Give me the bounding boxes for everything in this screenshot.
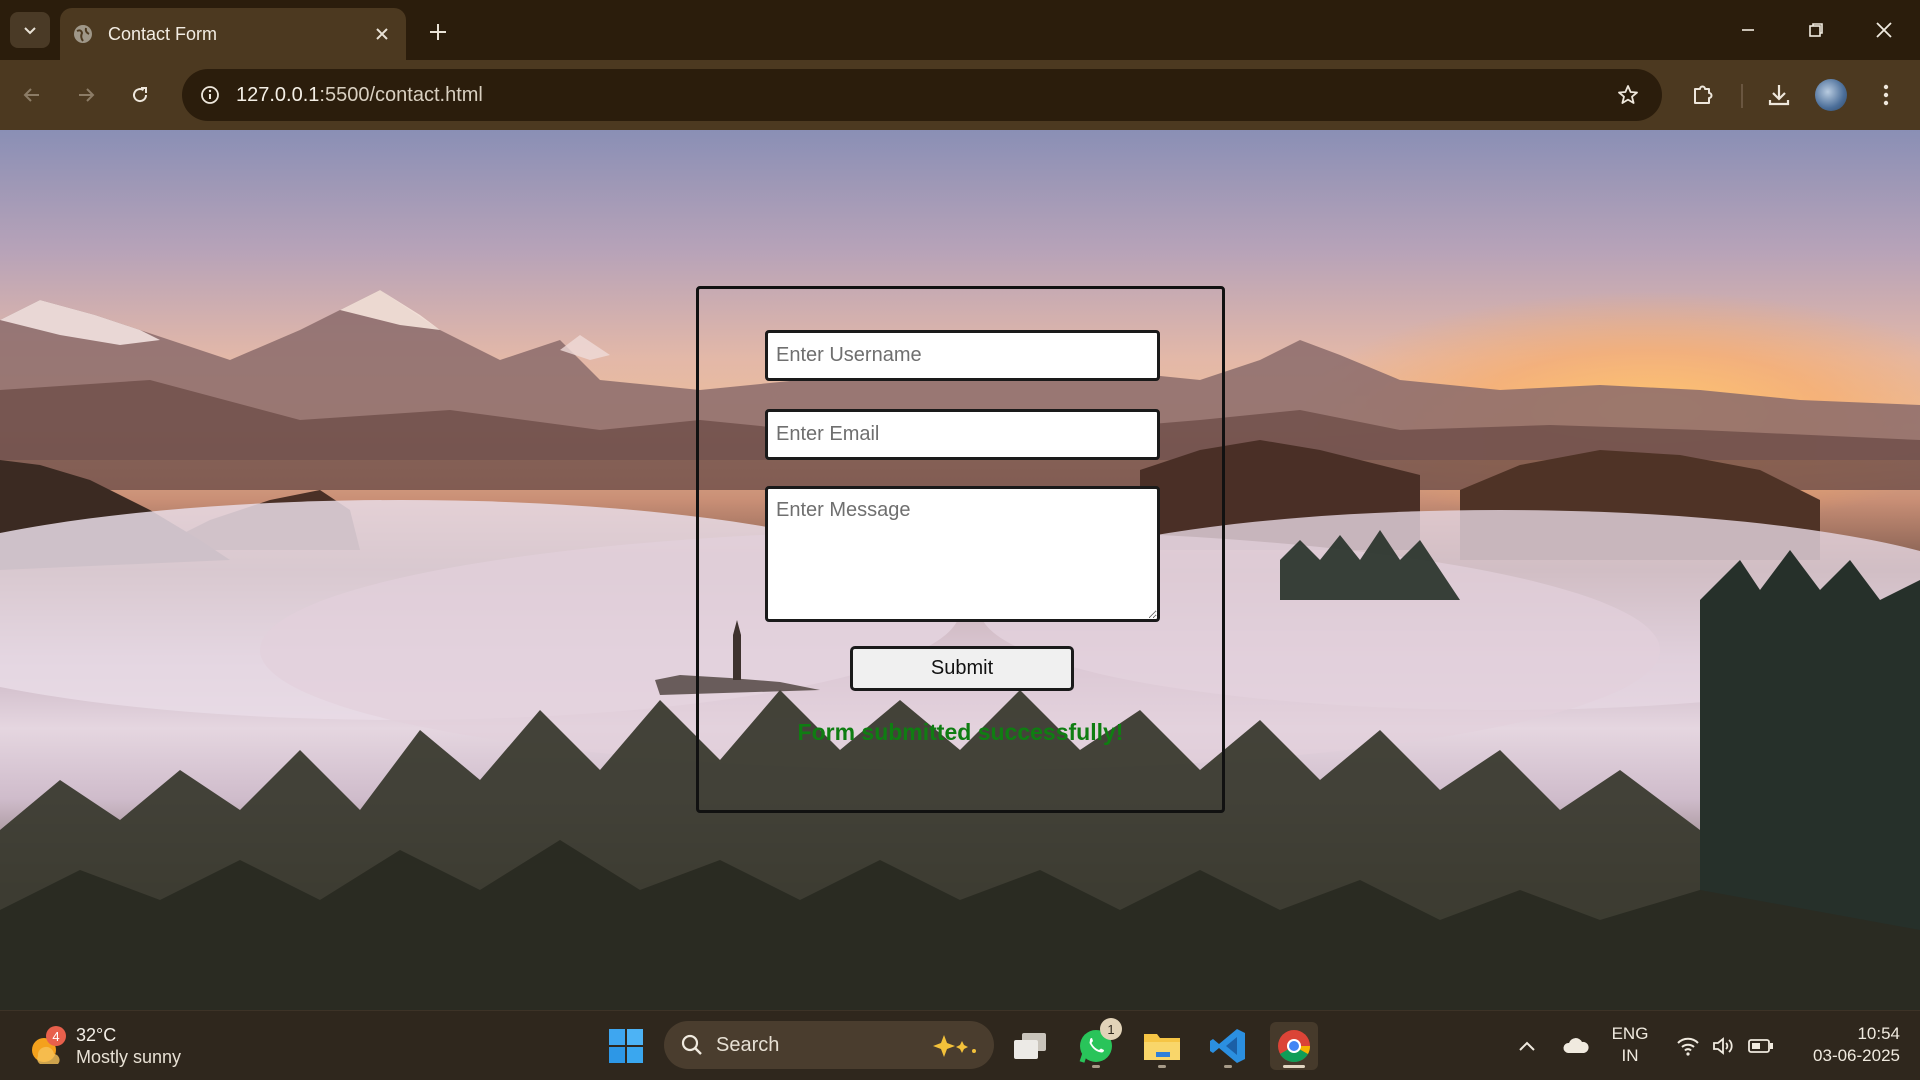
lang-code: ENG [1611,1024,1649,1043]
email-input[interactable] [765,409,1160,460]
weather-condition: Mostly sunny [76,1047,182,1067]
running-indicator [1224,1065,1232,1068]
whatsapp-app[interactable]: 1 [1072,1018,1122,1070]
clock-time: 10:54 [1857,1024,1900,1043]
tab-search-button[interactable] [10,12,50,48]
minimize-icon [1742,29,1754,31]
taskbar-search[interactable]: Search [664,1021,994,1069]
file-explorer-app[interactable] [1138,1022,1186,1070]
weather-temp: 32°C [76,1025,117,1045]
site-info-icon[interactable] [194,79,226,111]
success-message: Form submitted successfully! [797,719,1124,745]
tab-close-icon[interactable] [370,22,394,46]
close-icon [1876,22,1892,38]
contact-form: Submit Form submitted successfully! [696,286,1225,813]
search-label: Search [716,1033,780,1056]
volume-tray[interactable] [1708,1021,1740,1071]
new-tab-button[interactable] [420,14,456,50]
submit-button[interactable]: Submit [850,646,1074,691]
task-view-button[interactable] [1006,1022,1054,1070]
chrome-app[interactable] [1270,1022,1318,1070]
username-input[interactable] [765,330,1160,381]
close-window-button[interactable] [1854,10,1914,50]
url-host: 127.0.0.1 [236,83,320,106]
kebab-menu-icon [1883,84,1889,106]
toolbar-separator [1741,84,1743,108]
globe-icon [72,23,94,45]
speaker-icon [1713,1037,1733,1055]
tab-contact-form[interactable]: Contact Form [60,8,406,60]
onedrive-tray[interactable] [1558,1021,1594,1071]
downloads-button[interactable] [1761,77,1797,113]
cloud-icon [1563,1038,1589,1053]
chrome-icon [1278,1030,1311,1063]
browser-toolbar: 127.0.0.1:5500/contact.html [0,60,1920,130]
browser-menu-button[interactable] [1868,77,1904,113]
active-indicator [1283,1065,1305,1068]
reload-button[interactable] [120,75,160,115]
running-indicator [1158,1065,1166,1068]
system-clock[interactable]: 10:54 03-06-2025 [1790,1023,1900,1067]
minimize-button[interactable] [1718,10,1778,50]
chevron-down-icon [24,27,36,35]
wifi-tray[interactable] [1672,1021,1704,1071]
arrow-right-icon [79,88,95,102]
restore-icon [1809,23,1823,37]
task-view-icon [1014,1033,1046,1059]
address-bar[interactable]: 127.0.0.1:5500/contact.html [182,69,1662,121]
tab-title: Contact Form [108,23,218,44]
copilot-sparkle-icon [933,1035,976,1057]
weather-widget[interactable]: 4 32°C Mostly sunny [28,1021,218,1071]
bookmark-star-icon[interactable] [1614,81,1642,109]
battery-tray[interactable] [1744,1021,1778,1071]
profile-avatar[interactable] [1815,79,1847,111]
wifi-icon [1677,1037,1699,1056]
folder-icon [1144,1034,1180,1060]
back-button[interactable] [12,75,52,115]
start-button[interactable] [602,1022,650,1070]
language-indicator[interactable]: ENG IN [1600,1023,1660,1067]
battery-icon [1748,1039,1773,1053]
running-indicator [1092,1065,1100,1068]
whatsapp-badge: 1 [1100,1018,1122,1040]
arrow-left-icon [23,88,39,102]
weather-sun-icon: 4 [28,1026,68,1066]
restore-button[interactable] [1786,10,1846,50]
clock-date: 03-06-2025 [1813,1046,1900,1065]
windows-logo-icon [609,1029,643,1063]
vscode-app[interactable] [1204,1022,1252,1070]
windows-taskbar: 4 32°C Mostly sunny Search 1 ENG IN 10:5… [0,1010,1920,1080]
search-icon [681,1034,702,1055]
browser-tab-strip: Contact Form [0,0,1920,60]
forward-button[interactable] [66,75,106,115]
puzzle-icon [1694,85,1713,104]
weather-badge: 4 [46,1026,66,1046]
vscode-icon [1210,1029,1245,1063]
reload-icon [133,87,148,103]
show-hidden-icons-button[interactable] [1512,1021,1542,1071]
weather-text: 32°C Mostly sunny [76,1024,181,1068]
lang-region: IN [1621,1046,1639,1065]
chevron-up-icon [1519,1041,1535,1051]
url-text: 127.0.0.1:5500/contact.html [236,84,483,107]
download-icon [1768,85,1790,106]
message-textarea[interactable] [765,486,1160,622]
extensions-button[interactable] [1685,77,1721,113]
plus-icon [430,24,446,40]
url-path: :5500/contact.html [319,83,483,106]
page-viewport: Submit Form submitted successfully! [0,130,1920,1010]
